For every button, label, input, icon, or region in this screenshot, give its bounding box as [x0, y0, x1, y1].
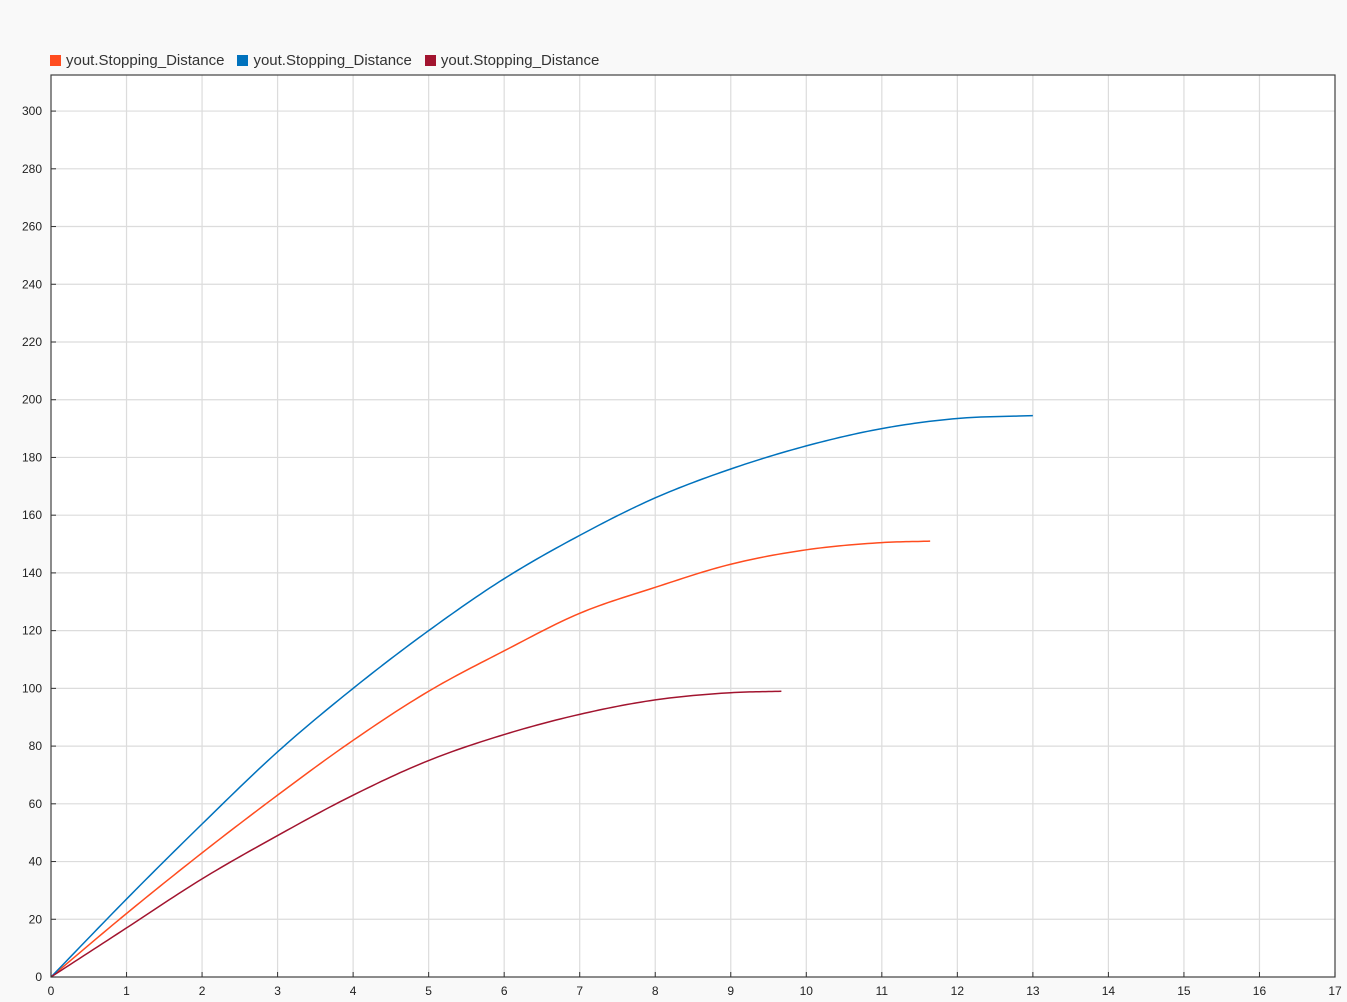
- x-tick-label-0: 0: [48, 984, 55, 998]
- x-tick-label-15: 15: [1177, 984, 1191, 998]
- x-tick-label-6: 6: [501, 984, 508, 998]
- y-tick-label-120: 120: [22, 624, 42, 638]
- y-tick-label-140: 140: [22, 566, 42, 580]
- plot-area[interactable]: 0 1 2 3 4 5 6 7 8 9 10 11 12 13 14 15 16 17 0204060801001…: [0, 0, 1347, 1002]
- plot-background: [51, 75, 1335, 977]
- y-tick-label-40: 40: [29, 855, 43, 869]
- x-tick-label-10: 10: [800, 984, 814, 998]
- x-tick-label-12: 12: [951, 984, 965, 998]
- figure: yout.Stopping_Distance yout.Stopping_Dis…: [0, 0, 1347, 1002]
- y-tick-label-260: 260: [22, 220, 42, 234]
- y-tick-label-60: 60: [29, 797, 43, 811]
- x-tick-label-4: 4: [350, 984, 357, 998]
- x-tick-label-13: 13: [1026, 984, 1040, 998]
- x-tick-label-17: 17: [1328, 984, 1342, 998]
- x-tick-label-2: 2: [199, 984, 206, 998]
- y-tick-label-220: 220: [22, 335, 42, 349]
- y-tick-label-180: 180: [22, 450, 42, 464]
- x-tick-label-11: 11: [876, 984, 889, 998]
- x-tick-label-3: 3: [274, 984, 281, 998]
- y-tick-label-300: 300: [22, 104, 42, 118]
- y-tick-label-100: 100: [22, 681, 42, 695]
- y-tick-label-0: 0: [35, 970, 42, 984]
- y-tick-label-20: 20: [29, 912, 43, 926]
- y-tick-label-80: 80: [29, 739, 43, 753]
- y-tick-label-200: 200: [22, 393, 42, 407]
- y-tick-label-240: 240: [22, 277, 42, 291]
- x-tick-label-1: 1: [123, 984, 130, 998]
- y-tick-label-160: 160: [22, 508, 42, 522]
- x-tick-label-14: 14: [1102, 984, 1116, 998]
- x-tick-label-5: 5: [425, 984, 432, 998]
- x-tick-label-8: 8: [652, 984, 659, 998]
- x-tick-label-9: 9: [727, 984, 734, 998]
- y-tick-label-280: 280: [22, 162, 42, 176]
- x-tick-label-7: 7: [576, 984, 583, 998]
- x-tick-label-16: 16: [1253, 984, 1267, 998]
